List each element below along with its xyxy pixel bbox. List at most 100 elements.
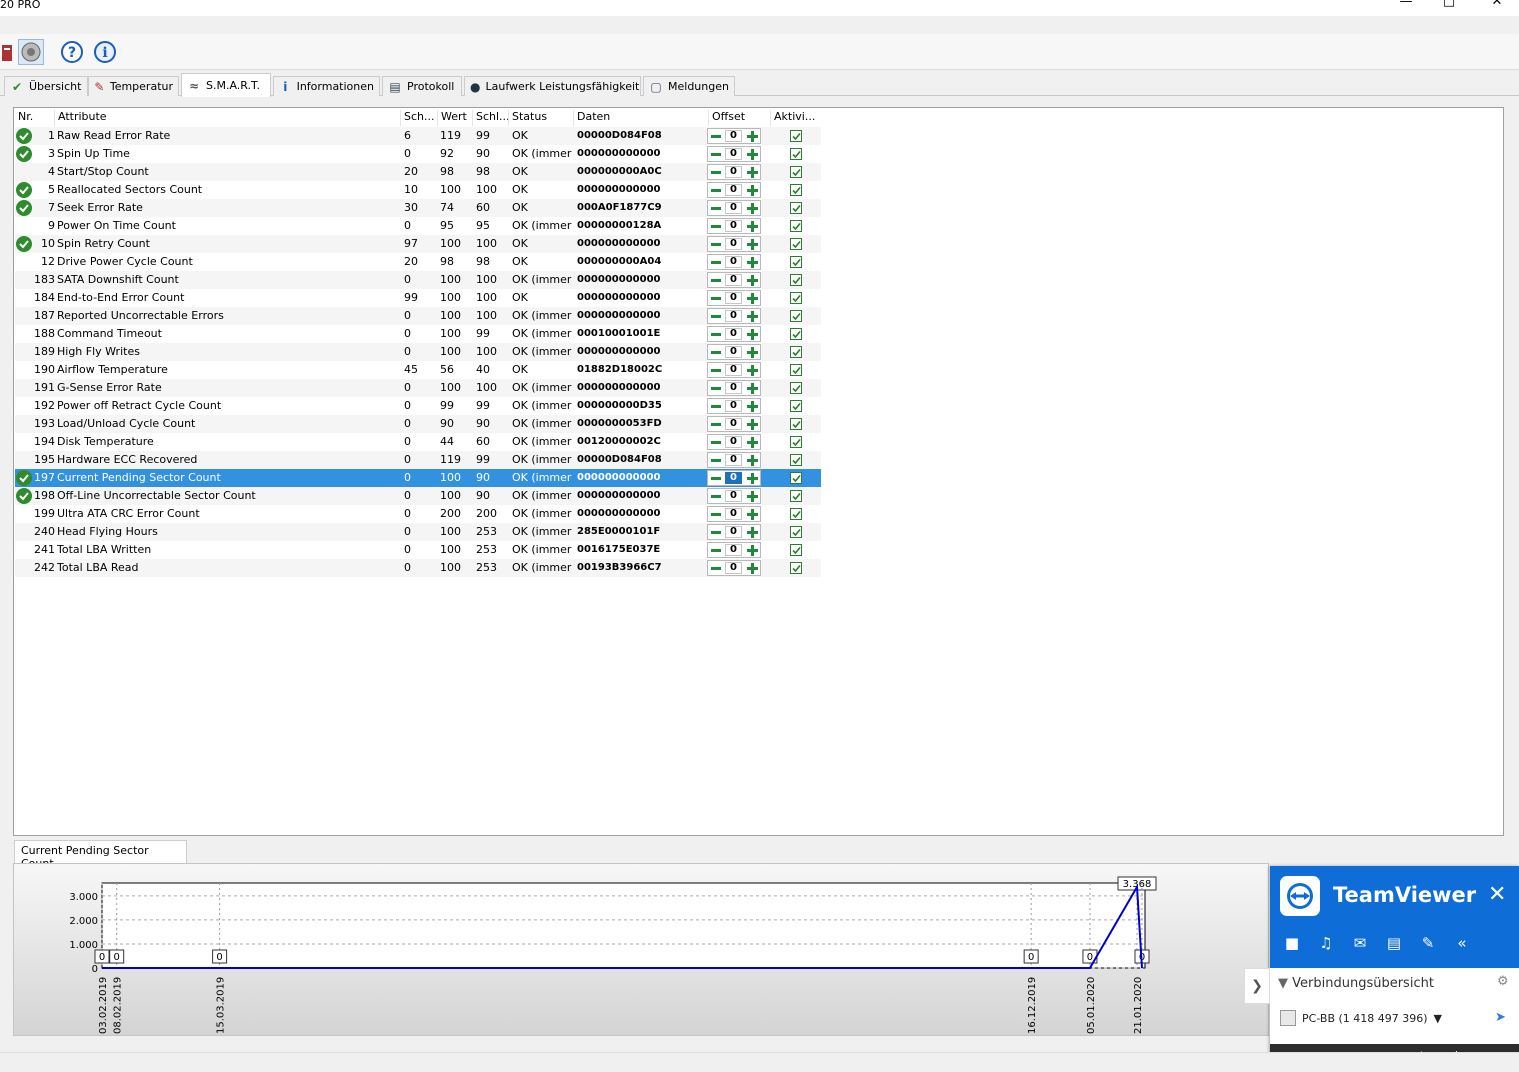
minus-icon[interactable] [711, 279, 721, 282]
minus-icon[interactable] [711, 423, 721, 426]
table-row[interactable]: 188Command Timeout010099OK (immer ...000… [15, 325, 821, 343]
tab-s-m-a-r-t[interactable]: ≈ S.M.A.R.T. [181, 73, 271, 97]
minus-icon[interactable] [711, 243, 721, 246]
active-checkbox[interactable] [790, 400, 802, 412]
table-row[interactable]: 241Total LBA Written 0 100 253 OK (immer ...… [15, 541, 821, 559]
help-icon[interactable]: ? [59, 39, 85, 65]
header-separator[interactable] [472, 110, 473, 126]
plus-icon[interactable] [751, 473, 754, 484]
offset-value[interactable]: 0 [725, 382, 742, 394]
plus-icon[interactable] [751, 455, 754, 466]
minus-icon[interactable] [711, 549, 721, 552]
active-checkbox[interactable] [790, 490, 802, 502]
plus-icon[interactable] [751, 149, 754, 160]
table-row[interactable]: 5 Reallocated Sectors Count 10 100 100 OK 0000… [15, 181, 821, 199]
plus-icon[interactable] [751, 383, 754, 394]
offset-value[interactable]: 0 [725, 130, 742, 142]
offset-value[interactable]: 0 [725, 508, 742, 520]
whiteboard-icon[interactable]: ✎ [1418, 934, 1438, 954]
minus-icon[interactable] [711, 441, 721, 444]
column-header[interactable]: Sch... [404, 110, 436, 123]
plus-icon[interactable] [751, 203, 754, 214]
plus-icon[interactable] [751, 185, 754, 196]
offset-value[interactable]: 0 [725, 328, 742, 340]
files-icon[interactable]: ▤ [1384, 934, 1404, 954]
tab-protokoll[interactable]: ▤ Protokoll [382, 76, 462, 96]
dropdown-icon[interactable]: ▼ [1434, 1012, 1442, 1025]
video-icon[interactable]: ■ [1282, 934, 1302, 954]
computer-entry[interactable]: PC-BB (1 418 497 396) ▼ [1280, 1010, 1442, 1026]
column-header[interactable]: Daten [577, 110, 697, 123]
active-checkbox[interactable] [790, 364, 802, 376]
table-row[interactable]: 1 Raw Read Error Rate 6 119 99 OK 00000D084F08… [15, 127, 821, 145]
active-checkbox[interactable] [790, 454, 802, 466]
offset-value[interactable]: 0 [725, 220, 742, 232]
column-header[interactable]: Wert [441, 110, 473, 123]
active-checkbox[interactable] [790, 382, 802, 394]
minus-icon[interactable] [711, 135, 721, 138]
table-row[interactable]: 190 Airflow Temperature 45 56 40 OK 01882D1800… [15, 361, 821, 379]
offset-value[interactable]: 0 [725, 544, 742, 556]
header-separator[interactable] [400, 110, 401, 126]
offset-value[interactable]: 0 [725, 274, 742, 286]
active-checkbox[interactable] [790, 508, 802, 520]
header-separator[interactable] [437, 110, 438, 126]
column-header[interactable]: Schl... [476, 110, 508, 123]
minus-icon[interactable] [711, 207, 721, 210]
offset-value[interactable]: 0 [725, 202, 742, 214]
minus-icon[interactable] [711, 495, 721, 498]
active-checkbox[interactable] [790, 526, 802, 538]
minus-icon[interactable] [711, 405, 721, 408]
minus-icon[interactable] [711, 171, 721, 174]
header-separator[interactable] [54, 110, 55, 126]
table-row[interactable]: 197 Current Pending Sector Count 0 100 90 OK … [15, 469, 821, 487]
offset-value[interactable]: 0 [725, 292, 742, 304]
plus-icon[interactable] [751, 419, 754, 430]
minus-icon[interactable] [711, 387, 721, 390]
gear-icon[interactable]: ⚙ [1497, 974, 1509, 989]
teamviewer-close-button[interactable]: ✕ [1488, 882, 1506, 907]
minus-icon[interactable] [711, 225, 721, 228]
chat-icon[interactable]: ✉ [1350, 934, 1370, 954]
plus-icon[interactable] [751, 563, 754, 574]
tab-übersicht[interactable]: ✔ Übersicht [4, 76, 88, 96]
minus-icon[interactable] [711, 351, 721, 354]
table-row[interactable]: 193 Load/Unload Cycle Count 0 90 90 OK (immer… [15, 415, 821, 433]
offset-value[interactable]: 0 [725, 436, 742, 448]
active-checkbox[interactable] [790, 130, 802, 142]
column-header[interactable]: Aktivi... [774, 110, 819, 123]
header-separator[interactable] [508, 110, 509, 126]
maximize-button[interactable]: □ [1434, 0, 1464, 9]
active-checkbox[interactable] [790, 256, 802, 268]
active-checkbox[interactable] [790, 220, 802, 232]
active-checkbox[interactable] [790, 184, 802, 196]
column-header[interactable]: Attribute [58, 110, 398, 123]
active-checkbox[interactable] [790, 310, 802, 322]
minus-icon[interactable] [711, 297, 721, 300]
expand-icon[interactable]: ❯ [1244, 968, 1270, 1004]
offset-value[interactable]: 0 [725, 562, 742, 574]
active-checkbox[interactable] [790, 292, 802, 304]
active-checkbox[interactable] [790, 562, 802, 574]
offset-value[interactable]: 0 [725, 238, 742, 250]
plus-icon[interactable] [751, 491, 754, 502]
column-header[interactable]: Status [512, 110, 572, 123]
table-row[interactable]: 195 Hardware ECC Recovered 0 119 99 OK (immer… [15, 451, 821, 469]
minus-icon[interactable] [711, 153, 721, 156]
plus-icon[interactable] [751, 437, 754, 448]
table-row[interactable]: 9Power On Time Count09595OK (immer ...00… [15, 217, 821, 235]
active-checkbox[interactable] [790, 166, 802, 178]
active-checkbox[interactable] [790, 202, 802, 214]
offset-value[interactable]: 0 [725, 148, 742, 160]
offset-value[interactable]: 0 [725, 364, 742, 376]
plus-icon[interactable] [751, 275, 754, 286]
plus-icon[interactable] [751, 365, 754, 376]
table-row[interactable]: 7 Seek Error Rate 30 74 60 OK 000A0F1877C9 0 [15, 199, 821, 217]
table-row[interactable]: 189High Fly Writes0100100OK (immer ...00… [15, 343, 821, 361]
active-checkbox[interactable] [790, 274, 802, 286]
close-button[interactable]: ✕ [1482, 0, 1512, 9]
plus-icon[interactable] [751, 239, 754, 250]
minus-icon[interactable] [711, 531, 721, 534]
tab-laufwerk-leistungsfähigkeit[interactable]: ● Laufwerk Leistungsfähigkeit [464, 76, 641, 96]
active-checkbox[interactable] [790, 436, 802, 448]
